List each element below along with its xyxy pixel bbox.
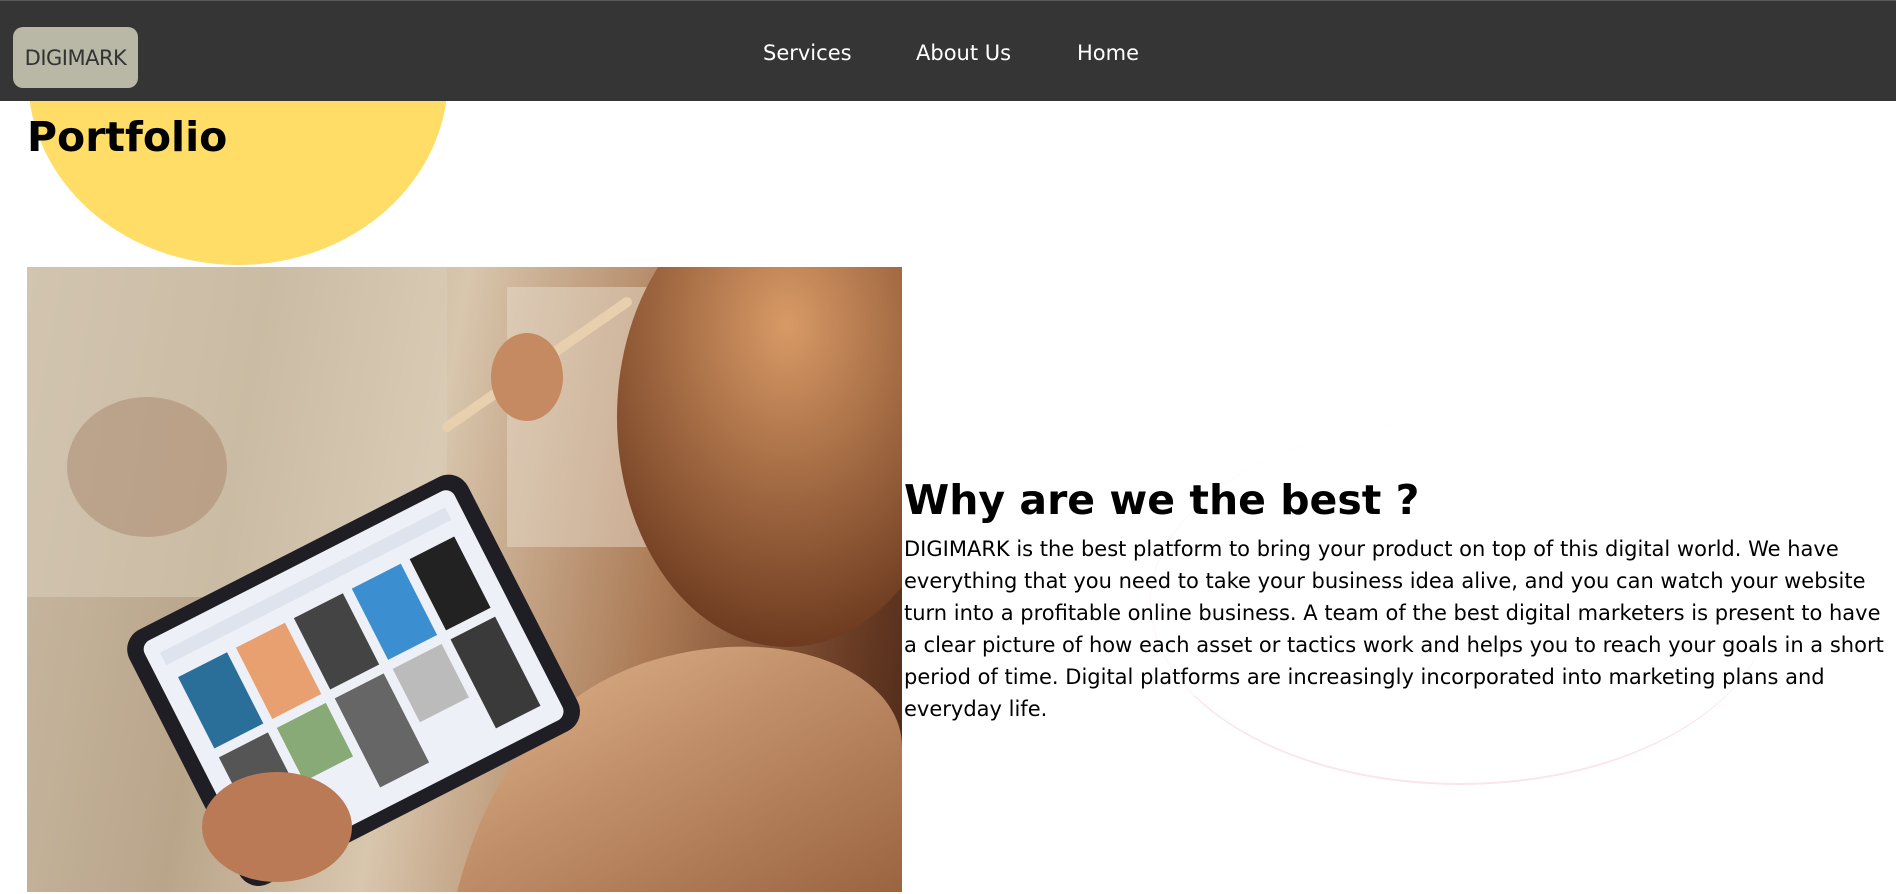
top-navbar: DIGIMARK Services About Us Home xyxy=(0,0,1896,101)
photo-illustration xyxy=(27,267,902,892)
why-best-headline: Why are we the best ? xyxy=(904,476,1420,524)
nav-link-home[interactable]: Home xyxy=(1077,41,1139,65)
logo-button[interactable]: DIGIMARK xyxy=(13,27,138,88)
hero-photo xyxy=(27,267,902,892)
nav-link-services[interactable]: Services xyxy=(763,41,852,65)
why-best-description: DIGIMARK is the best platform to bring y… xyxy=(904,537,1884,721)
portfolio-title: Portfolio xyxy=(27,113,228,161)
nav-link-about-us[interactable]: About Us xyxy=(916,41,1011,65)
